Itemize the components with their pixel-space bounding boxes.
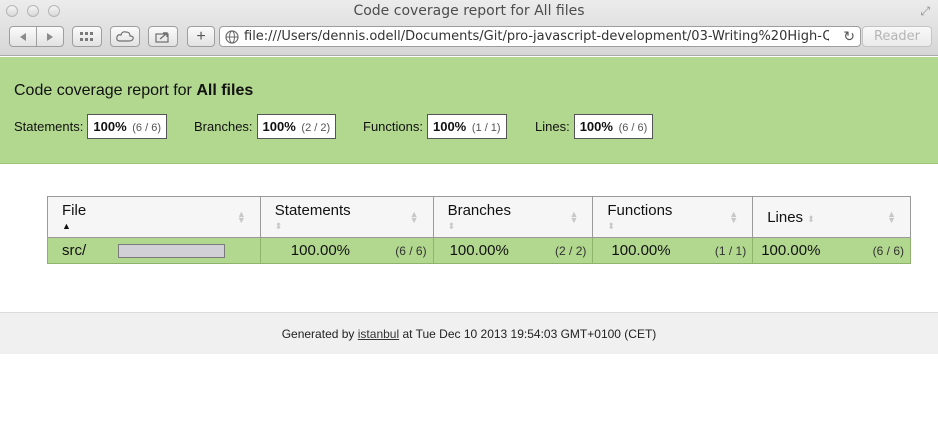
share-icon [155,31,169,43]
column-header-statements[interactable]: Statements ⬍ ▲ ▼ [259,196,434,238]
column-label: File [62,202,87,219]
metric-label: Functions: [363,119,423,134]
cell-frac: (1 / 1) [714,243,747,258]
sort-ascending-icon: ▲ [62,221,71,231]
coverage-bar-fill [119,245,225,258]
metric-frac: (2 / 2) [301,122,331,134]
url-text[interactable]: file:///Users/dennis.odell/Documents/Git… [244,29,829,44]
back-icon [20,32,26,41]
column-header-lines[interactable]: Lines ⬍ ▲ ▼ [752,196,911,238]
column-label: Statements [274,202,351,219]
forward-button[interactable] [36,26,64,47]
cloud-icon [116,31,134,42]
footer-suffix: at Tue Dec 10 2013 19:54:03 GMT+0100 (CE… [399,327,657,341]
statements-metric: Statements: 100% (6 / 6) [14,114,167,139]
metric-label: Lines: [535,119,570,134]
page-title: Code coverage report for All files [14,82,253,100]
table-row: src/ 100.00% (6 / 6) 100.00% (2 / 2) 100.0… [47,237,911,264]
column-label: Lines [767,208,804,226]
column-label: Branches [447,202,511,219]
metric-frac: (1 / 1) [471,122,501,134]
metric-pct: 100% [93,119,127,134]
branches-metric: Branches: 100% (2 / 2) [194,114,337,139]
share-button[interactable] [148,26,178,47]
metric-box: 100% (6 / 6) [87,114,167,139]
grid-icon [80,31,93,41]
metric-frac: (6 / 6) [132,122,161,134]
globe-icon [225,30,239,44]
cell-frac: (2 / 2) [555,243,587,258]
reload-icon[interactable]: ↻ [843,28,855,45]
forward-icon [47,32,53,41]
metric-pct: 100% [579,119,613,134]
reader-button[interactable]: Reader [862,26,932,47]
plus-icon: + [196,27,206,45]
metric-label: Branches: [194,119,253,134]
file-link[interactable]: src/ [62,242,86,259]
functions-metric: Functions: 100% (1 / 1) [363,114,507,139]
fullscreen-icon[interactable]: ⤢ [920,4,930,19]
sort-icon: ▲ ▼ [887,209,896,225]
sort-icon: ▲ ▼ [729,209,739,225]
coverage-summary-header: Code coverage report for All files State… [0,57,938,164]
cell-pct: 100.00% [761,242,821,259]
file-cell: src/ [47,237,261,264]
metric-frac: (6 / 6) [618,122,648,134]
sort-icon: ▲ ▼ [236,209,246,225]
column-header-branches[interactable]: Branches ⬍ ▲ ▼ [432,196,594,238]
metric-label: Statements: [14,119,84,134]
metric-pct: 100% [262,119,296,134]
report-footer: Generated by istanbul at Tue Dec 10 2013… [0,312,938,354]
cell-frac: (6 / 6) [395,243,427,258]
sort-icon: ⬍ [274,221,283,231]
sort-icon: ⬍ [807,213,815,224]
sort-icon: ⬍ [447,221,456,231]
cell-pct: 100.00% [290,242,351,259]
window-titlebar: Code coverage report for All files ⤢ + f… [0,0,938,56]
window-title: Code coverage report for All files [353,3,585,19]
metric-box: 100% (6 / 6) [573,114,654,139]
column-header-functions[interactable]: Functions ⬍ ▲ ▼ [592,196,754,238]
back-button[interactable] [9,26,37,47]
sort-icon: ⬍ [607,221,615,231]
cell-pct: 100.00% [449,242,509,259]
lines-cell: 100.00% (6 / 6) [752,237,911,264]
column-label: Functions [607,202,673,219]
cell-pct: 100.00% [611,242,671,259]
lines-metric: Lines: 100% (6 / 6) [535,114,654,139]
metric-box: 100% (1 / 1) [426,114,507,139]
page-title-prefix: Code coverage report for [14,82,197,99]
branches-cell: 100.00% (2 / 2) [432,237,594,264]
new-tab-button[interactable]: + [187,26,215,47]
statements-cell: 100.00% (6 / 6) [259,237,434,264]
sort-icon: ▲ ▼ [569,209,579,225]
functions-cell: 100.00% (1 / 1) [592,237,754,264]
coverage-bar [118,244,226,259]
address-bar[interactable]: file:///Users/dennis.odell/Documents/Git… [219,26,861,47]
top-sites-button[interactable] [72,26,102,47]
sort-icon: ▲ ▼ [409,209,419,225]
page-title-scope: All files [196,82,254,99]
coverage-table: File ▲ ▲ ▼ Statements ⬍ ▲ ▼ Branches ⬍ ▲ ▼ … [47,196,911,264]
icloud-tabs-button[interactable] [110,26,140,47]
table-header-row: File ▲ ▲ ▼ Statements ⬍ ▲ ▼ Branches ⬍ ▲ ▼ … [47,196,911,238]
column-header-file[interactable]: File ▲ ▲ ▼ [47,196,261,238]
metric-pct: 100% [432,119,467,134]
footer-prefix: Generated by [281,327,358,341]
istanbul-link[interactable]: istanbul [358,327,399,341]
cell-frac: (6 / 6) [872,243,904,258]
metric-box: 100% (2 / 2) [256,114,337,139]
